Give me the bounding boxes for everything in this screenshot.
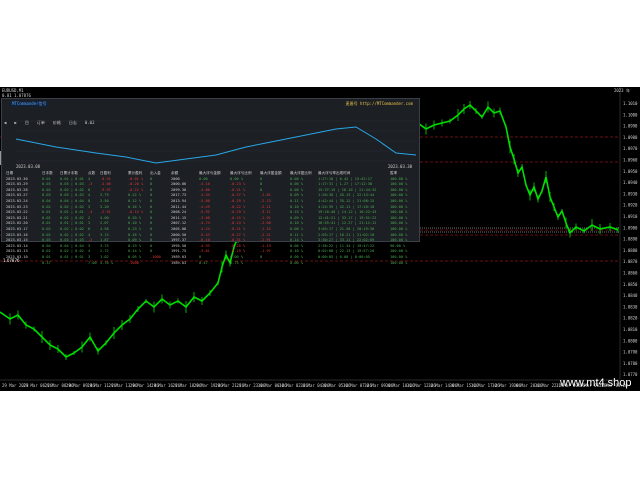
price-axis-label: 1.0940 [623, 180, 638, 185]
chart-title: EURUSD,M1 0.01 1.07876 [2, 88, 31, 98]
table-cell: 4.76 % [100, 260, 113, 265]
price-axis-label: 1.1000 [623, 112, 638, 117]
price-axis-label: 1.0780 [623, 361, 638, 366]
price-axis-label: 1.0930 [623, 191, 638, 196]
price-axis-label: 1.0830 [623, 304, 638, 309]
watermark: www.mt4.shop [560, 377, 632, 389]
panel-title[interactable]: MTCommander信号 [10, 101, 49, 107]
panel-toolbar: ◀ ▶ 目订单 价格 日志 0.02 [4, 109, 416, 125]
price-axis-label: 1.0800 [623, 338, 638, 343]
price-axis-label: 1.0960 [623, 158, 638, 163]
price-axis-label: 1.1010 [623, 101, 638, 106]
price-axis-label: 1.0870 [623, 259, 638, 264]
mt4-chart-window[interactable]: 1.1010 1.1000 1.0990 1.0980 1.0970 1.0960 1.09… [0, 87, 640, 391]
price-axis-label: 1.0990 [623, 124, 638, 129]
price-axis-label: 1.0840 [623, 293, 638, 298]
top-right-label: 2023 年 [613, 88, 630, 93]
price-axis-label: 1.0980 [623, 135, 638, 140]
table-cell: 100.00 % [390, 260, 408, 265]
table-cell: -1000 [128, 260, 139, 265]
table-cell: 0.75 % [230, 260, 243, 265]
equity-curve-chart: 2023.03.08 2023.03.30 [16, 120, 416, 169]
price-axis-label: 1.0920 [623, 203, 638, 208]
equity-date-right: 2023.03.30 [388, 164, 413, 169]
table-cell: 0.47 [199, 260, 208, 265]
stats-table: 日期 日手数 日累计手数 点数 日盈利 累计盈利 出入金 余额 最大浮亏金额 最大浮亏比例 最大浮盈… [6, 171, 416, 266]
price-axis-label: 1.0950 [623, 169, 638, 174]
price-axis-label: 1.0790 [623, 350, 638, 355]
price-axis-label: 1.0910 [623, 214, 638, 219]
table-row: 0.37 7.00 4.76 % -1000 1989.03 0.47 0.75 % 0.00… [6, 261, 416, 267]
table-cell: 1989.03 [171, 260, 187, 265]
price-axis-label: 1.0900 [623, 225, 638, 230]
toolbar-item[interactable]: ◀ [4, 120, 6, 125]
price-axis-label: 1.0970 [623, 146, 638, 151]
price-axis-label: 1.0820 [623, 316, 638, 321]
table-cell: 7.00 [88, 260, 97, 265]
price-axis-label: 1.0850 [623, 282, 638, 287]
table-cell: 0.00 % [290, 260, 303, 265]
price-axis-label: 1.0860 [623, 271, 638, 276]
price-axis-label: 1.0810 [623, 327, 638, 332]
equity-date-left: 2023.03.08 [16, 164, 41, 169]
panel-brand: 麦盾号 http://MTCommander.com [345, 101, 413, 106]
price-axis-label: 1.0880 [623, 248, 638, 253]
signal-panel: MTCommander信号 麦盾号 http://MTCommander.com… [1, 98, 420, 265]
price-axis-label: 1.0890 [623, 237, 638, 242]
table-cell: 0.37 [42, 260, 51, 265]
equity-curve [16, 126, 416, 164]
